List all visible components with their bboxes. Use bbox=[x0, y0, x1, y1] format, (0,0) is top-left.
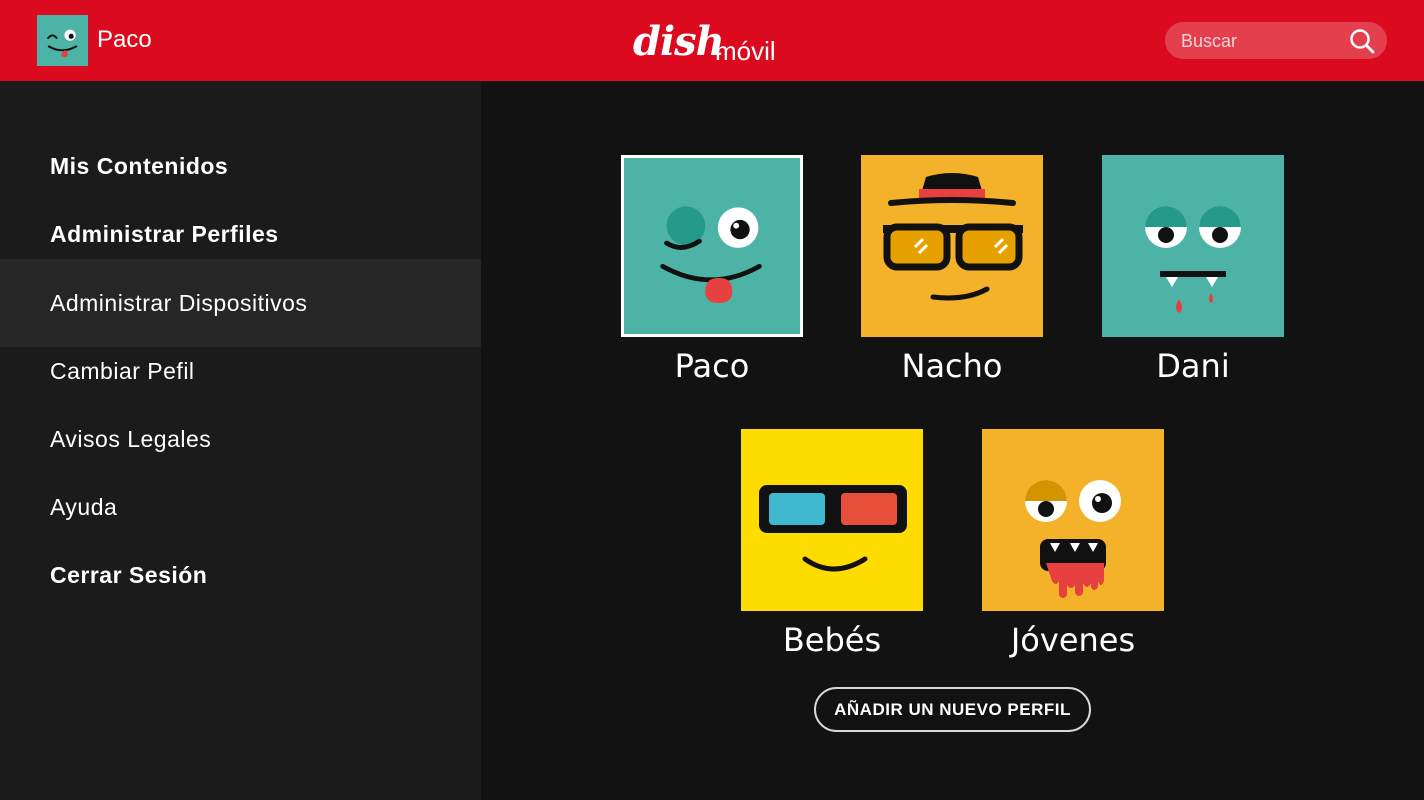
paco-face-icon bbox=[660, 206, 762, 304]
current-user-avatar[interactable] bbox=[37, 15, 88, 66]
jovenes-face-icon bbox=[1025, 480, 1121, 598]
profile-name-bebes: Bebés bbox=[782, 621, 882, 659]
current-user-name[interactable]: Paco bbox=[97, 26, 152, 54]
search-icon[interactable] bbox=[1349, 28, 1375, 54]
profile-card-dani[interactable]: Dani bbox=[1102, 155, 1284, 385]
search-input[interactable] bbox=[1179, 22, 1343, 61]
add-new-profile-button[interactable]: AÑADIR UN NUEVO PERFIL bbox=[814, 687, 1091, 732]
bebes-face-icon bbox=[759, 485, 907, 572]
profile-card-jovenes[interactable]: Jóvenes bbox=[982, 429, 1164, 659]
profile-name-jovenes: Jóvenes bbox=[1010, 621, 1136, 659]
logo-movil-text: móvil bbox=[715, 36, 776, 66]
profile-card-bebes[interactable]: Bebés bbox=[741, 429, 923, 659]
profile-avatar-paco[interactable] bbox=[621, 155, 803, 337]
profile-avatar-nacho[interactable] bbox=[861, 155, 1043, 337]
profile-avatar-bebes[interactable] bbox=[741, 429, 923, 611]
search-box[interactable] bbox=[1165, 22, 1387, 61]
top-bar: Paco dish móvil bbox=[0, 0, 1424, 81]
profile-avatar-jovenes[interactable] bbox=[982, 429, 1164, 611]
profile-name-paco: Paco bbox=[674, 347, 750, 385]
profile-name-dani: Dani bbox=[1156, 347, 1230, 385]
sidebar-item-cerrar-sesion[interactable]: Cerrar Sesión bbox=[0, 531, 481, 619]
profile-card-nacho[interactable]: Nacho bbox=[861, 155, 1043, 385]
logo-dish-text: dish bbox=[633, 18, 725, 65]
paco-face-icon bbox=[47, 29, 78, 58]
profile-avatar-dani[interactable] bbox=[1102, 155, 1284, 337]
profile-name-nacho: Nacho bbox=[901, 347, 1003, 385]
profile-card-paco[interactable]: Paco bbox=[621, 155, 803, 385]
sidebar-menu: Mis Contenidos Administrar Perfiles Admi… bbox=[0, 81, 481, 800]
dish-movil-logo: dish móvil bbox=[633, 14, 793, 66]
dani-face-icon bbox=[1145, 206, 1241, 313]
nacho-face-icon bbox=[883, 173, 1023, 301]
